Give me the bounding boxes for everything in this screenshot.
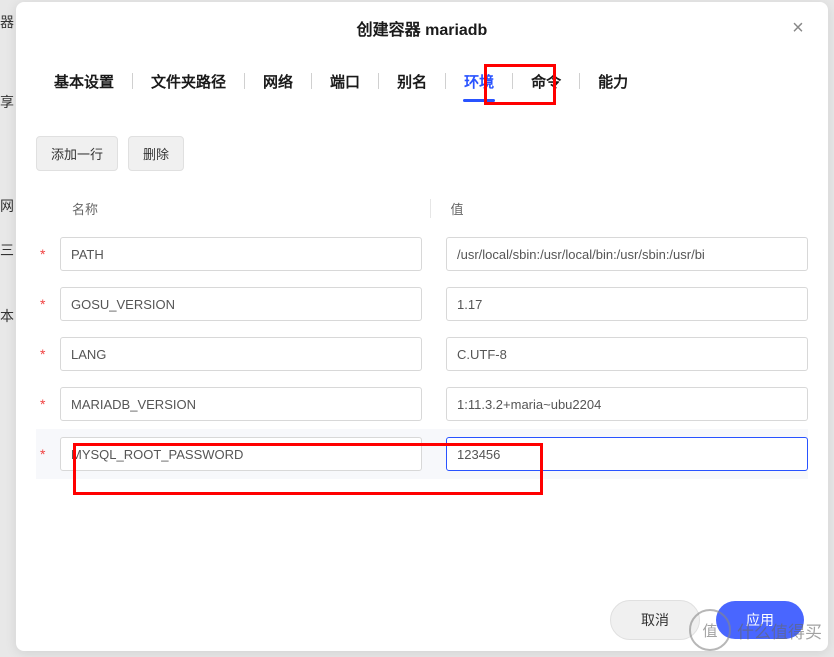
bg-fragment: 网 — [0, 196, 14, 216]
create-container-modal: 创建容器 mariadb × 基本设置 文件夹路径 网络 端口 别名 环境 命令… — [16, 2, 828, 651]
env-name-input[interactable] — [60, 437, 422, 471]
bg-fragment: 享 — [0, 92, 14, 112]
close-icon[interactable]: × — [786, 16, 810, 40]
watermark-icon: 值 — [689, 609, 731, 651]
watermark: 值 什么值得买 — [689, 609, 822, 651]
header-name: 名称 — [60, 199, 431, 218]
tab-folder[interactable]: 文件夹路径 — [133, 63, 244, 100]
tab-basic[interactable]: 基本设置 — [36, 63, 132, 100]
bg-fragment: 本 — [0, 306, 14, 326]
table-row[interactable]: * — [36, 429, 808, 479]
env-value-input[interactable] — [446, 287, 808, 321]
tab-cmd[interactable]: 命令 — [513, 63, 579, 100]
table-row[interactable]: * — [36, 329, 808, 379]
env-table: 名称 值 * * * * * — [16, 189, 828, 479]
required-marker: * — [36, 296, 60, 312]
cancel-button[interactable]: 取消 — [610, 600, 700, 640]
toolbar: 添加一行 删除 — [16, 108, 828, 189]
required-marker: * — [36, 396, 60, 412]
env-name-input[interactable] — [60, 237, 422, 271]
tab-port[interactable]: 端口 — [312, 63, 378, 100]
header-value: 值 — [431, 199, 809, 218]
tab-bar: 基本设置 文件夹路径 网络 端口 别名 环境 命令 能力 — [16, 54, 828, 108]
env-value-input[interactable] — [446, 437, 808, 471]
modal-header: 创建容器 mariadb × — [16, 2, 828, 54]
table-row[interactable]: * — [36, 279, 808, 329]
env-name-input[interactable] — [60, 387, 422, 421]
bg-fragment: 三 — [0, 240, 14, 260]
delete-row-button[interactable]: 删除 — [128, 136, 184, 171]
env-name-input[interactable] — [60, 337, 422, 371]
table-header: 名称 值 — [36, 189, 808, 229]
tab-cap[interactable]: 能力 — [580, 63, 646, 100]
bg-fragment: 器 — [0, 12, 14, 32]
add-row-button[interactable]: 添加一行 — [36, 136, 118, 171]
modal-title: 创建容器 mariadb — [357, 16, 488, 40]
required-marker: * — [36, 446, 60, 462]
table-row[interactable]: * — [36, 379, 808, 429]
env-value-input[interactable] — [446, 337, 808, 371]
tab-env[interactable]: 环境 — [446, 63, 512, 100]
tab-alias[interactable]: 别名 — [379, 63, 445, 100]
env-name-input[interactable] — [60, 287, 422, 321]
table-row[interactable]: * — [36, 229, 808, 279]
env-value-input[interactable] — [446, 237, 808, 271]
env-value-input[interactable] — [446, 387, 808, 421]
required-marker: * — [36, 246, 60, 262]
tab-network[interactable]: 网络 — [245, 63, 311, 100]
watermark-text: 什么值得买 — [737, 618, 822, 643]
required-marker: * — [36, 346, 60, 362]
